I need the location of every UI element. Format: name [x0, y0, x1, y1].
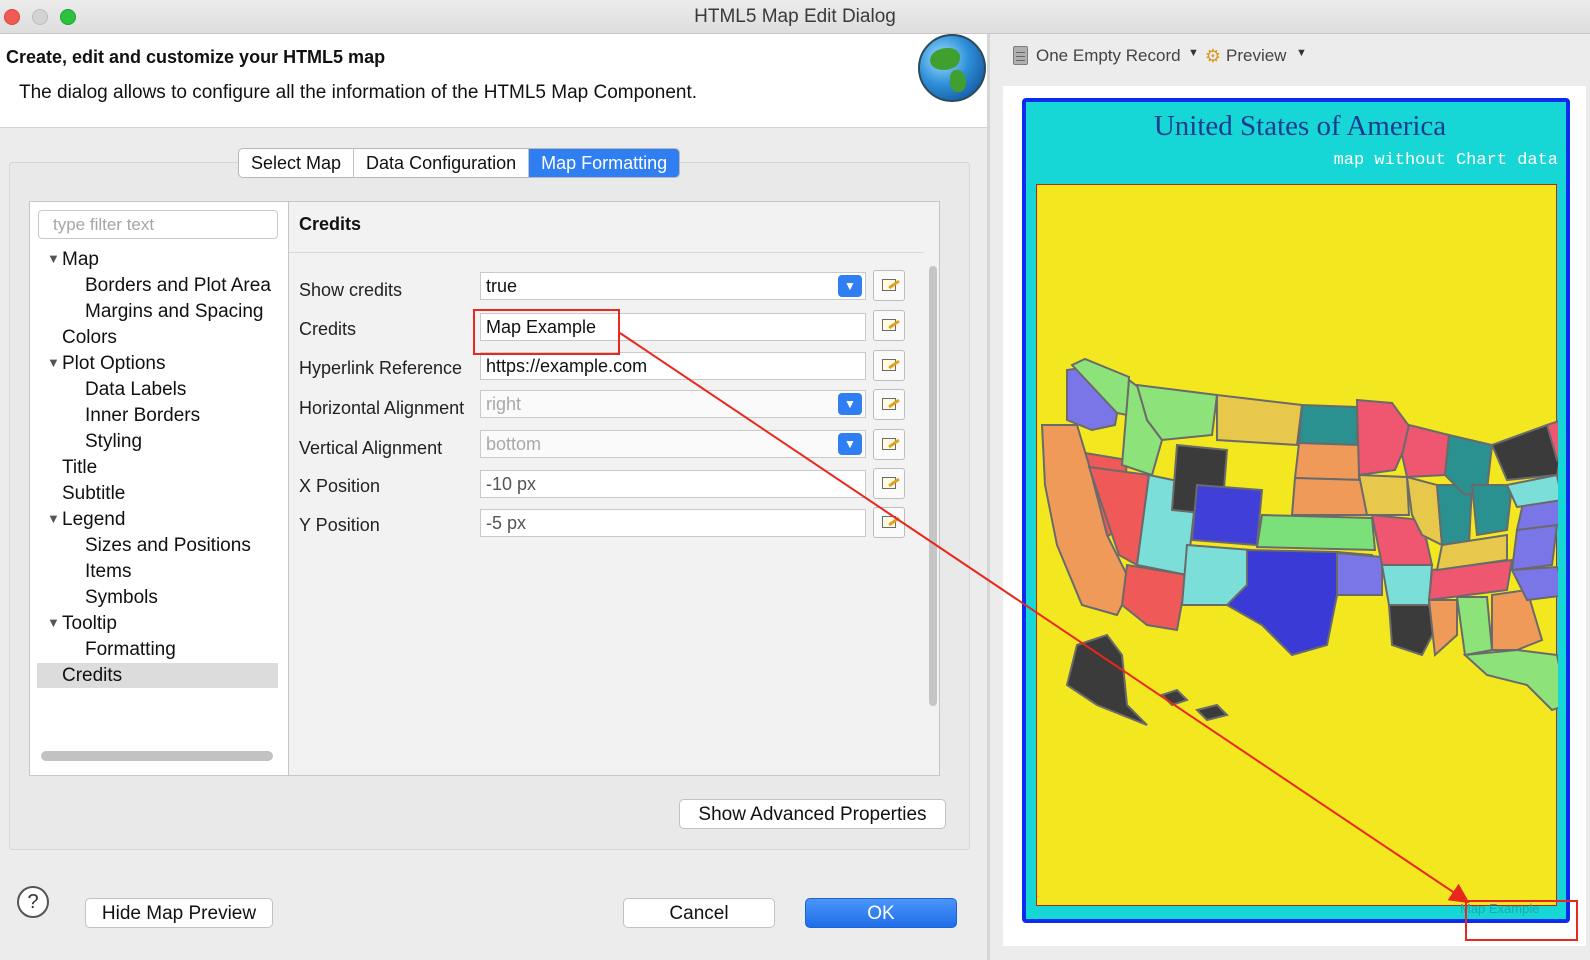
annotation-arrow	[619, 332, 1470, 904]
